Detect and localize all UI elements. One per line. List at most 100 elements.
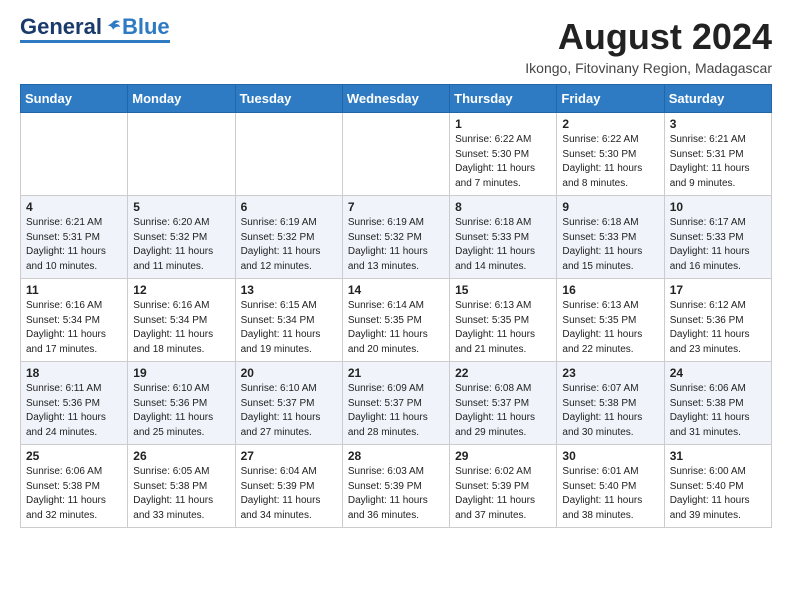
day-info: Sunrise: 6:10 AMSunset: 5:37 PMDaylight:… (241, 382, 337, 440)
calendar-day-cell: 23Sunrise: 6:07 AMSunset: 5:38 PMDayligh… (557, 362, 664, 445)
day-number: 14 (348, 283, 444, 297)
day-info: Sunrise: 6:22 AMSunset: 5:30 PMDaylight:… (455, 133, 551, 191)
calendar-day-cell: 9Sunrise: 6:18 AMSunset: 5:33 PMDaylight… (557, 196, 664, 279)
calendar-header-row: SundayMondayTuesdayWednesdayThursdayFrid… (21, 85, 772, 113)
day-number: 30 (562, 449, 658, 463)
day-number: 18 (26, 366, 122, 380)
calendar-day-cell: 24 Sunrise: 6:06 AMSunset: 5:38 PMDayligh… (664, 362, 771, 445)
day-number: 23 (562, 366, 658, 380)
day-number: 19 (133, 366, 229, 380)
logo-text: General Blue (20, 16, 170, 38)
calendar-day-cell: 21 Sunrise: 6:09 AMSunset: 5:37 PMDayligh… (342, 362, 449, 445)
day-of-week-header: Friday (557, 85, 664, 113)
day-info: Sunrise: 6:09 AMSunset: 5:37 PMDaylight:… (348, 382, 444, 440)
calendar-day-cell: 31Sunrise: 6:00 AMSunset: 5:40 PMDayligh… (664, 445, 771, 528)
day-of-week-header: Saturday (664, 85, 771, 113)
day-number: 2 (562, 117, 658, 131)
logo-general: General (20, 16, 102, 38)
day-info: Sunrise: 6:10 AMSunset: 5:36 PMDaylight:… (133, 382, 229, 440)
day-number: 11 (26, 283, 122, 297)
calendar-day-cell: 29Sunrise: 6:02 AMSunset: 5:39 PMDayligh… (450, 445, 557, 528)
calendar-day-cell: 2Sunrise: 6:22 AMSunset: 5:30 PMDaylight… (557, 113, 664, 196)
logo-blue: Blue (122, 16, 170, 38)
title-block: August 2024 Ikongo, Fitovinany Region, M… (525, 16, 772, 76)
day-number: 12 (133, 283, 229, 297)
page-header: General Blue August 2024 Ikongo, Fitovin… (20, 16, 772, 76)
day-info: Sunrise: 6:11 AMSunset: 5:36 PMDaylight:… (26, 382, 122, 440)
calendar-day-cell: 26 Sunrise: 6:05 AMSunset: 5:38 PMDayligh… (128, 445, 235, 528)
day-of-week-header: Tuesday (235, 85, 342, 113)
calendar-day-cell: 18 Sunrise: 6:11 AMSunset: 5:36 PMDayligh… (21, 362, 128, 445)
calendar-day-cell: 25Sunrise: 6:06 AMSunset: 5:38 PMDayligh… (21, 445, 128, 528)
day-number: 17 (670, 283, 766, 297)
calendar-day-cell (342, 113, 449, 196)
day-number: 9 (562, 200, 658, 214)
day-info: Sunrise: 6:14 AMSunset: 5:35 PMDaylight:… (348, 299, 444, 357)
day-info: Sunrise: 6:06 AMSunset: 5:38 PMDaylight:… (26, 465, 122, 523)
calendar-day-cell: 7 Sunrise: 6:19 AMSunset: 5:32 PMDaylight… (342, 196, 449, 279)
calendar-day-cell: 6 Sunrise: 6:19 AMSunset: 5:32 PMDaylight… (235, 196, 342, 279)
calendar-week-row: 18 Sunrise: 6:11 AMSunset: 5:36 PMDayligh… (21, 362, 772, 445)
day-number: 26 (133, 449, 229, 463)
day-info: Sunrise: 6:08 AMSunset: 5:37 PMDaylight:… (455, 382, 551, 440)
day-number: 21 (348, 366, 444, 380)
month-year-title: August 2024 (525, 16, 772, 58)
day-info: Sunrise: 6:03 AMSunset: 5:39 PMDaylight:… (348, 465, 444, 523)
calendar-day-cell: 10 Sunrise: 6:17 AMSunset: 5:33 PMDayligh… (664, 196, 771, 279)
day-number: 10 (670, 200, 766, 214)
day-number: 5 (133, 200, 229, 214)
calendar-day-cell: 17 Sunrise: 6:12 AMSunset: 5:36 PMDayligh… (664, 279, 771, 362)
day-info: Sunrise: 6:13 AMSunset: 5:35 PMDaylight:… (455, 299, 551, 357)
day-info: Sunrise: 6:19 AMSunset: 5:32 PMDaylight:… (241, 216, 337, 274)
day-number: 22 (455, 366, 551, 380)
day-info: Sunrise: 6:15 AMSunset: 5:34 PMDaylight:… (241, 299, 337, 357)
calendar-week-row: 11 Sunrise: 6:16 AMSunset: 5:34 PMDayligh… (21, 279, 772, 362)
calendar-day-cell (21, 113, 128, 196)
day-number: 7 (348, 200, 444, 214)
day-number: 6 (241, 200, 337, 214)
calendar-day-cell: 15 Sunrise: 6:13 AMSunset: 5:35 PMDayligh… (450, 279, 557, 362)
day-info: Sunrise: 6:18 AMSunset: 5:33 PMDaylight:… (455, 216, 551, 274)
calendar-day-cell: 30Sunrise: 6:01 AMSunset: 5:40 PMDayligh… (557, 445, 664, 528)
calendar-week-row: 1 Sunrise: 6:22 AMSunset: 5:30 PMDaylight… (21, 113, 772, 196)
day-info: Sunrise: 6:00 AMSunset: 5:40 PMDaylight:… (670, 465, 766, 523)
day-info: Sunrise: 6:21 AMSunset: 5:31 PMDaylight:… (670, 133, 766, 191)
calendar-day-cell: 1 Sunrise: 6:22 AMSunset: 5:30 PMDaylight… (450, 113, 557, 196)
day-info: Sunrise: 6:20 AMSunset: 5:32 PMDaylight:… (133, 216, 229, 274)
logo-underline (20, 40, 170, 43)
day-info: Sunrise: 6:05 AMSunset: 5:38 PMDaylight:… (133, 465, 229, 523)
day-number: 1 (455, 117, 551, 131)
day-info: Sunrise: 6:13 AMSunset: 5:35 PMDaylight:… (562, 299, 658, 357)
day-number: 24 (670, 366, 766, 380)
calendar-table: SundayMondayTuesdayWednesdayThursdayFrid… (20, 84, 772, 528)
day-of-week-header: Thursday (450, 85, 557, 113)
day-number: 3 (670, 117, 766, 131)
day-info: Sunrise: 6:19 AMSunset: 5:32 PMDaylight:… (348, 216, 444, 274)
day-info: Sunrise: 6:16 AMSunset: 5:34 PMDaylight:… (133, 299, 229, 357)
day-number: 29 (455, 449, 551, 463)
calendar-day-cell: 11Sunrise: 6:16 AMSunset: 5:34 PMDayligh… (21, 279, 128, 362)
calendar-day-cell: 28 Sunrise: 6:03 AMSunset: 5:39 PMDayligh… (342, 445, 449, 528)
calendar-day-cell: 27Sunrise: 6:04 AMSunset: 5:39 PMDayligh… (235, 445, 342, 528)
calendar-day-cell: 4 Sunrise: 6:21 AMSunset: 5:31 PMDaylight… (21, 196, 128, 279)
day-of-week-header: Wednesday (342, 85, 449, 113)
calendar-day-cell (128, 113, 235, 196)
calendar-day-cell: 5 Sunrise: 6:20 AMSunset: 5:32 PMDaylight… (128, 196, 235, 279)
calendar-day-cell: 3 Sunrise: 6:21 AMSunset: 5:31 PMDaylight… (664, 113, 771, 196)
calendar-day-cell: 19 Sunrise: 6:10 AMSunset: 5:36 PMDayligh… (128, 362, 235, 445)
day-info: Sunrise: 6:06 AMSunset: 5:38 PMDaylight:… (670, 382, 766, 440)
day-info: Sunrise: 6:12 AMSunset: 5:36 PMDaylight:… (670, 299, 766, 357)
calendar-day-cell: 8Sunrise: 6:18 AMSunset: 5:33 PMDaylight… (450, 196, 557, 279)
calendar-day-cell (235, 113, 342, 196)
day-info: Sunrise: 6:04 AMSunset: 5:39 PMDaylight:… (241, 465, 337, 523)
calendar-day-cell: 13Sunrise: 6:15 AMSunset: 5:34 PMDayligh… (235, 279, 342, 362)
day-number: 16 (562, 283, 658, 297)
calendar-week-row: 25Sunrise: 6:06 AMSunset: 5:38 PMDayligh… (21, 445, 772, 528)
calendar-day-cell: 12 Sunrise: 6:16 AMSunset: 5:34 PMDayligh… (128, 279, 235, 362)
day-number: 4 (26, 200, 122, 214)
day-info: Sunrise: 6:17 AMSunset: 5:33 PMDaylight:… (670, 216, 766, 274)
day-info: Sunrise: 6:21 AMSunset: 5:31 PMDaylight:… (26, 216, 122, 274)
day-number: 15 (455, 283, 551, 297)
day-number: 28 (348, 449, 444, 463)
logo-bird-icon (104, 18, 122, 36)
